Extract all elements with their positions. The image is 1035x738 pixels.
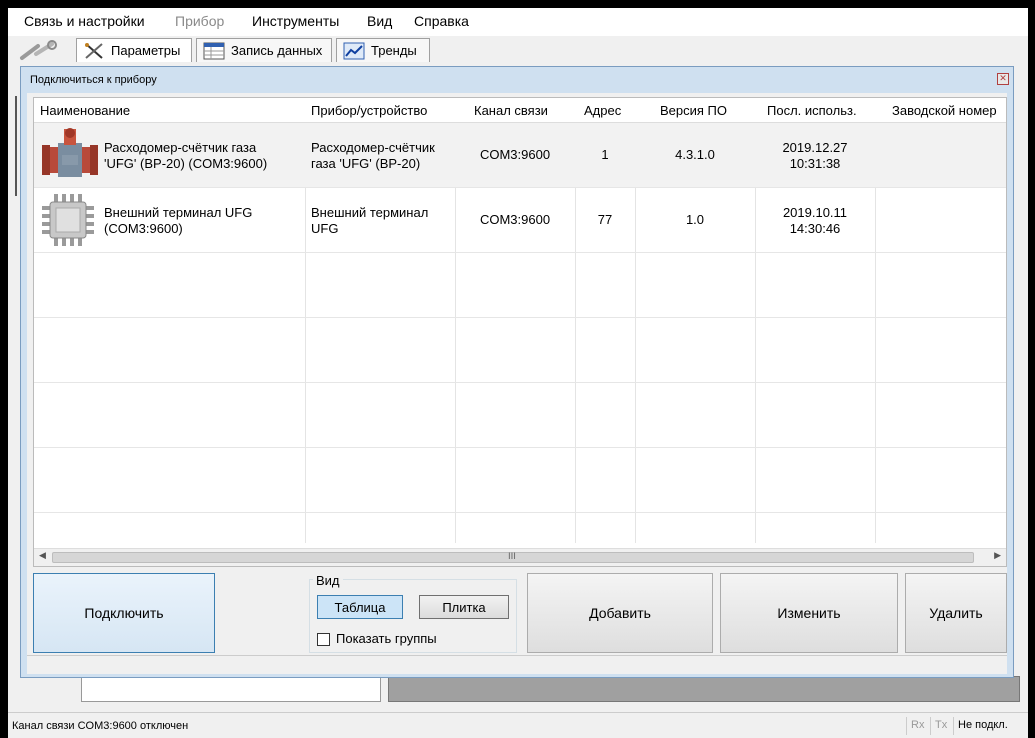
connect-dialog: Подключиться к прибору ✕ Наименование Пр… xyxy=(20,66,1014,678)
background-input xyxy=(81,676,381,702)
column-header-version[interactable]: Версия ПО xyxy=(660,103,727,118)
scroll-right-icon[interactable]: ▶ xyxy=(994,551,1001,561)
column-header-last-used[interactable]: Посл. использ. xyxy=(767,103,857,118)
tab-label: Параметры xyxy=(111,43,181,58)
dialog-status-strip xyxy=(27,655,1007,674)
row-divider xyxy=(34,512,1006,513)
device-type-line: Внешний терминал xyxy=(311,205,429,220)
menu-bar: Связь и настройки Прибор Инструменты Вид… xyxy=(8,8,1028,36)
close-icon[interactable]: ✕ xyxy=(997,73,1009,85)
row-divider xyxy=(34,447,1006,448)
tab-label: Запись данных xyxy=(231,43,323,58)
dialog-title: Подключиться к прибору xyxy=(30,74,157,86)
device-name-line: 'UFG' (BP-20) (COM3:9600) xyxy=(104,156,268,171)
table-icon xyxy=(203,42,225,59)
scrollbar-grip: III xyxy=(508,552,516,562)
device-type-line: газа 'UFG' (BP-20) xyxy=(311,156,421,171)
table-header: Наименование Прибор/устройство Канал свя… xyxy=(34,98,1006,123)
background-panel xyxy=(388,676,1020,702)
column-header-device[interactable]: Прибор/устройство xyxy=(311,103,427,118)
chart-icon xyxy=(343,42,365,59)
row-divider xyxy=(34,252,1006,253)
device-name-line: Расходомер-счётчик газа xyxy=(104,140,257,155)
show-groups-checkbox[interactable] xyxy=(317,633,330,646)
device-name-line: Внешний терминал UFG xyxy=(104,205,253,220)
menu-device[interactable]: Прибор xyxy=(175,13,224,29)
dialog-body: Наименование Прибор/устройство Канал свя… xyxy=(27,93,1007,674)
menu-connection-settings[interactable]: Связь и настройки xyxy=(24,13,145,29)
connection-state: Не подкл. xyxy=(953,717,1012,735)
column-header-channel[interactable]: Канал связи xyxy=(474,103,548,118)
tile-view-button[interactable]: Плитка xyxy=(419,595,509,619)
last-used-cell: 2019.10.11 14:30:46 xyxy=(755,205,875,237)
table-row[interactable]: Внешний терминал UFG (COM3:9600) Внешний… xyxy=(34,188,1006,252)
toolbar: Параметры Запись данных Тренды xyxy=(8,36,1028,64)
table-view-button[interactable]: Таблица xyxy=(317,595,403,619)
device-type-line: UFG xyxy=(311,221,339,236)
device-type: Расходомер-счётчик газа 'UFG' (BP-20) xyxy=(311,140,435,172)
device-name-line: (COM3:9600) xyxy=(104,221,183,236)
view-group-label: Вид xyxy=(313,573,343,588)
version-cell: 1.0 xyxy=(685,212,705,227)
edit-button[interactable]: Изменить xyxy=(720,573,898,653)
tools-icon xyxy=(85,42,103,59)
rx-indicator: Rx xyxy=(906,717,928,735)
tab-label: Тренды xyxy=(371,43,417,58)
wrench-icon[interactable] xyxy=(18,40,58,62)
channel-cell: COM3:9600 xyxy=(479,147,551,162)
tab-parameters[interactable]: Параметры xyxy=(76,38,192,62)
delete-button[interactable]: Удалить xyxy=(905,573,1007,653)
last-used-cell: 2019.12.27 10:31:38 xyxy=(755,140,875,172)
address-cell: 1 xyxy=(601,147,609,162)
show-groups-label: Показать группы xyxy=(336,631,437,646)
tab-trends[interactable]: Тренды xyxy=(336,38,430,62)
address-cell: 77 xyxy=(597,212,613,227)
device-type-line: Расходомер-счётчик xyxy=(311,140,435,155)
app-window: Связь и настройки Прибор Инструменты Вид… xyxy=(8,8,1028,738)
chip-icon xyxy=(42,194,94,246)
device-name: Расходомер-счётчик газа 'UFG' (BP-20) (C… xyxy=(104,140,267,172)
flowmeter-icon xyxy=(42,128,98,177)
tx-indicator: Tx xyxy=(930,717,951,735)
status-text: Канал связи COM3:9600 отключен xyxy=(12,720,189,732)
scroll-left-icon[interactable]: ◀ xyxy=(39,551,46,561)
column-header-name[interactable]: Наименование xyxy=(40,103,130,118)
add-button[interactable]: Добавить xyxy=(527,573,713,653)
device-name: Внешний терминал UFG (COM3:9600) xyxy=(104,205,252,237)
horizontal-scrollbar[interactable]: ◀ III ▶ xyxy=(34,548,1006,566)
menu-tools[interactable]: Инструменты xyxy=(252,13,339,29)
column-header-serial[interactable]: Заводской номер xyxy=(892,103,997,118)
tab-data-recording[interactable]: Запись данных xyxy=(196,38,332,62)
menu-help[interactable]: Справка xyxy=(414,13,469,29)
connect-button[interactable]: Подключить xyxy=(33,573,215,653)
last-used-date: 2019.10.11 xyxy=(782,205,848,220)
last-used-time: 14:30:46 xyxy=(789,221,841,236)
status-bar: Канал связи COM3:9600 отключен Rx Tx Не … xyxy=(8,712,1028,738)
device-type: Внешний терминал UFG xyxy=(311,205,428,237)
device-table[interactable]: Наименование Прибор/устройство Канал свя… xyxy=(33,97,1007,567)
channel-cell: COM3:9600 xyxy=(479,212,551,227)
row-divider xyxy=(34,382,1006,383)
menu-view[interactable]: Вид xyxy=(367,13,392,29)
last-used-time: 10:31:38 xyxy=(789,156,841,171)
table-row[interactable]: Расходомер-счётчик газа 'UFG' (BP-20) (C… xyxy=(34,123,1006,187)
last-used-date: 2019.12.27 xyxy=(782,140,848,155)
version-cell: 4.3.1.0 xyxy=(675,147,715,162)
column-header-address[interactable]: Адрес xyxy=(584,103,621,118)
row-divider xyxy=(34,317,1006,318)
